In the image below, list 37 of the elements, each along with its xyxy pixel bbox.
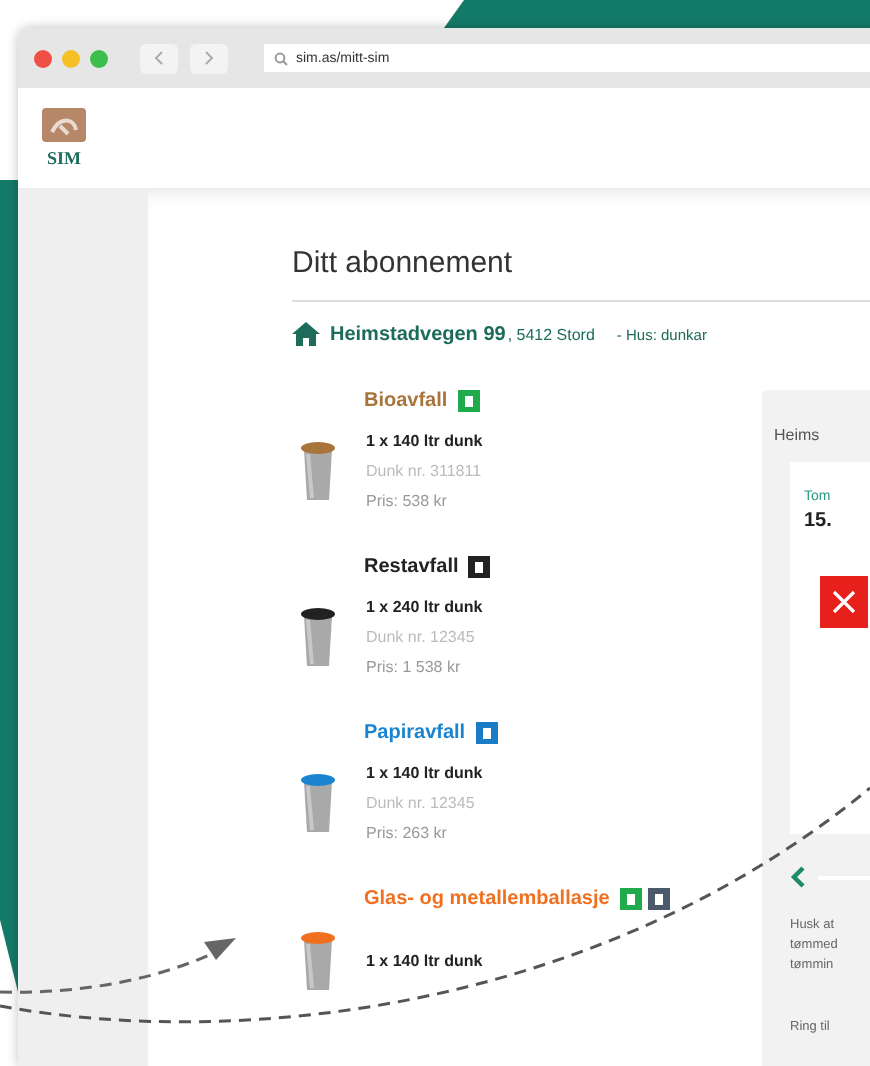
bin-number-text: Dunk nr. 311811 <box>366 460 483 484</box>
chevron-right-icon <box>204 50 214 66</box>
waste-type-title: Glas- og metallemballasje <box>364 888 610 910</box>
street-address: Heimstadvegen 99 <box>330 323 506 345</box>
logo-text: SIM <box>46 148 81 168</box>
page-title: Ditt abonnement <box>292 246 870 302</box>
maximize-button[interactable] <box>90 49 108 67</box>
close-button[interactable] <box>34 49 52 67</box>
bin-number-text: Dunk nr. 12345 <box>366 792 477 816</box>
card-value: 15. <box>804 510 834 532</box>
price-text: Pris: 538 kr <box>366 490 449 514</box>
forward-button[interactable] <box>190 43 228 73</box>
chevron-left-icon <box>154 50 164 66</box>
bin-icon <box>298 438 338 506</box>
bin-size-text: 1 x 140 ltr dunk <box>366 430 483 454</box>
search-icon <box>274 51 288 65</box>
close-icon <box>832 590 856 614</box>
minimize-button[interactable] <box>62 49 80 67</box>
home-icon <box>292 322 320 346</box>
panel-heading: Heims <box>774 426 822 444</box>
bin-number-text: Dunk nr. 12345 <box>366 626 477 650</box>
postcode-text: , 5412 Stord <box>507 325 595 343</box>
waste-type-title: Bioavfall <box>364 390 448 412</box>
bin-icon <box>298 770 338 838</box>
bin-size-text: 1 x 140 ltr dunk <box>366 950 483 974</box>
chevron-left-icon[interactable] <box>790 866 806 888</box>
price-text: Pris: 1 538 kr <box>366 656 463 680</box>
waste-type-title: Restavfall <box>364 556 459 578</box>
bin-size-text: 1 x 240 ltr dunk <box>366 596 483 620</box>
delete-button[interactable] <box>820 576 868 628</box>
back-button[interactable] <box>140 43 178 73</box>
bin-icon <box>298 928 338 996</box>
logo-icon <box>42 108 86 142</box>
bin-icon <box>298 604 338 672</box>
waste-type-title: Papiravfall <box>364 722 466 744</box>
price-text: Pris: 263 kr <box>366 822 449 846</box>
bin-size-text: 1 x 140 ltr dunk <box>366 762 483 786</box>
